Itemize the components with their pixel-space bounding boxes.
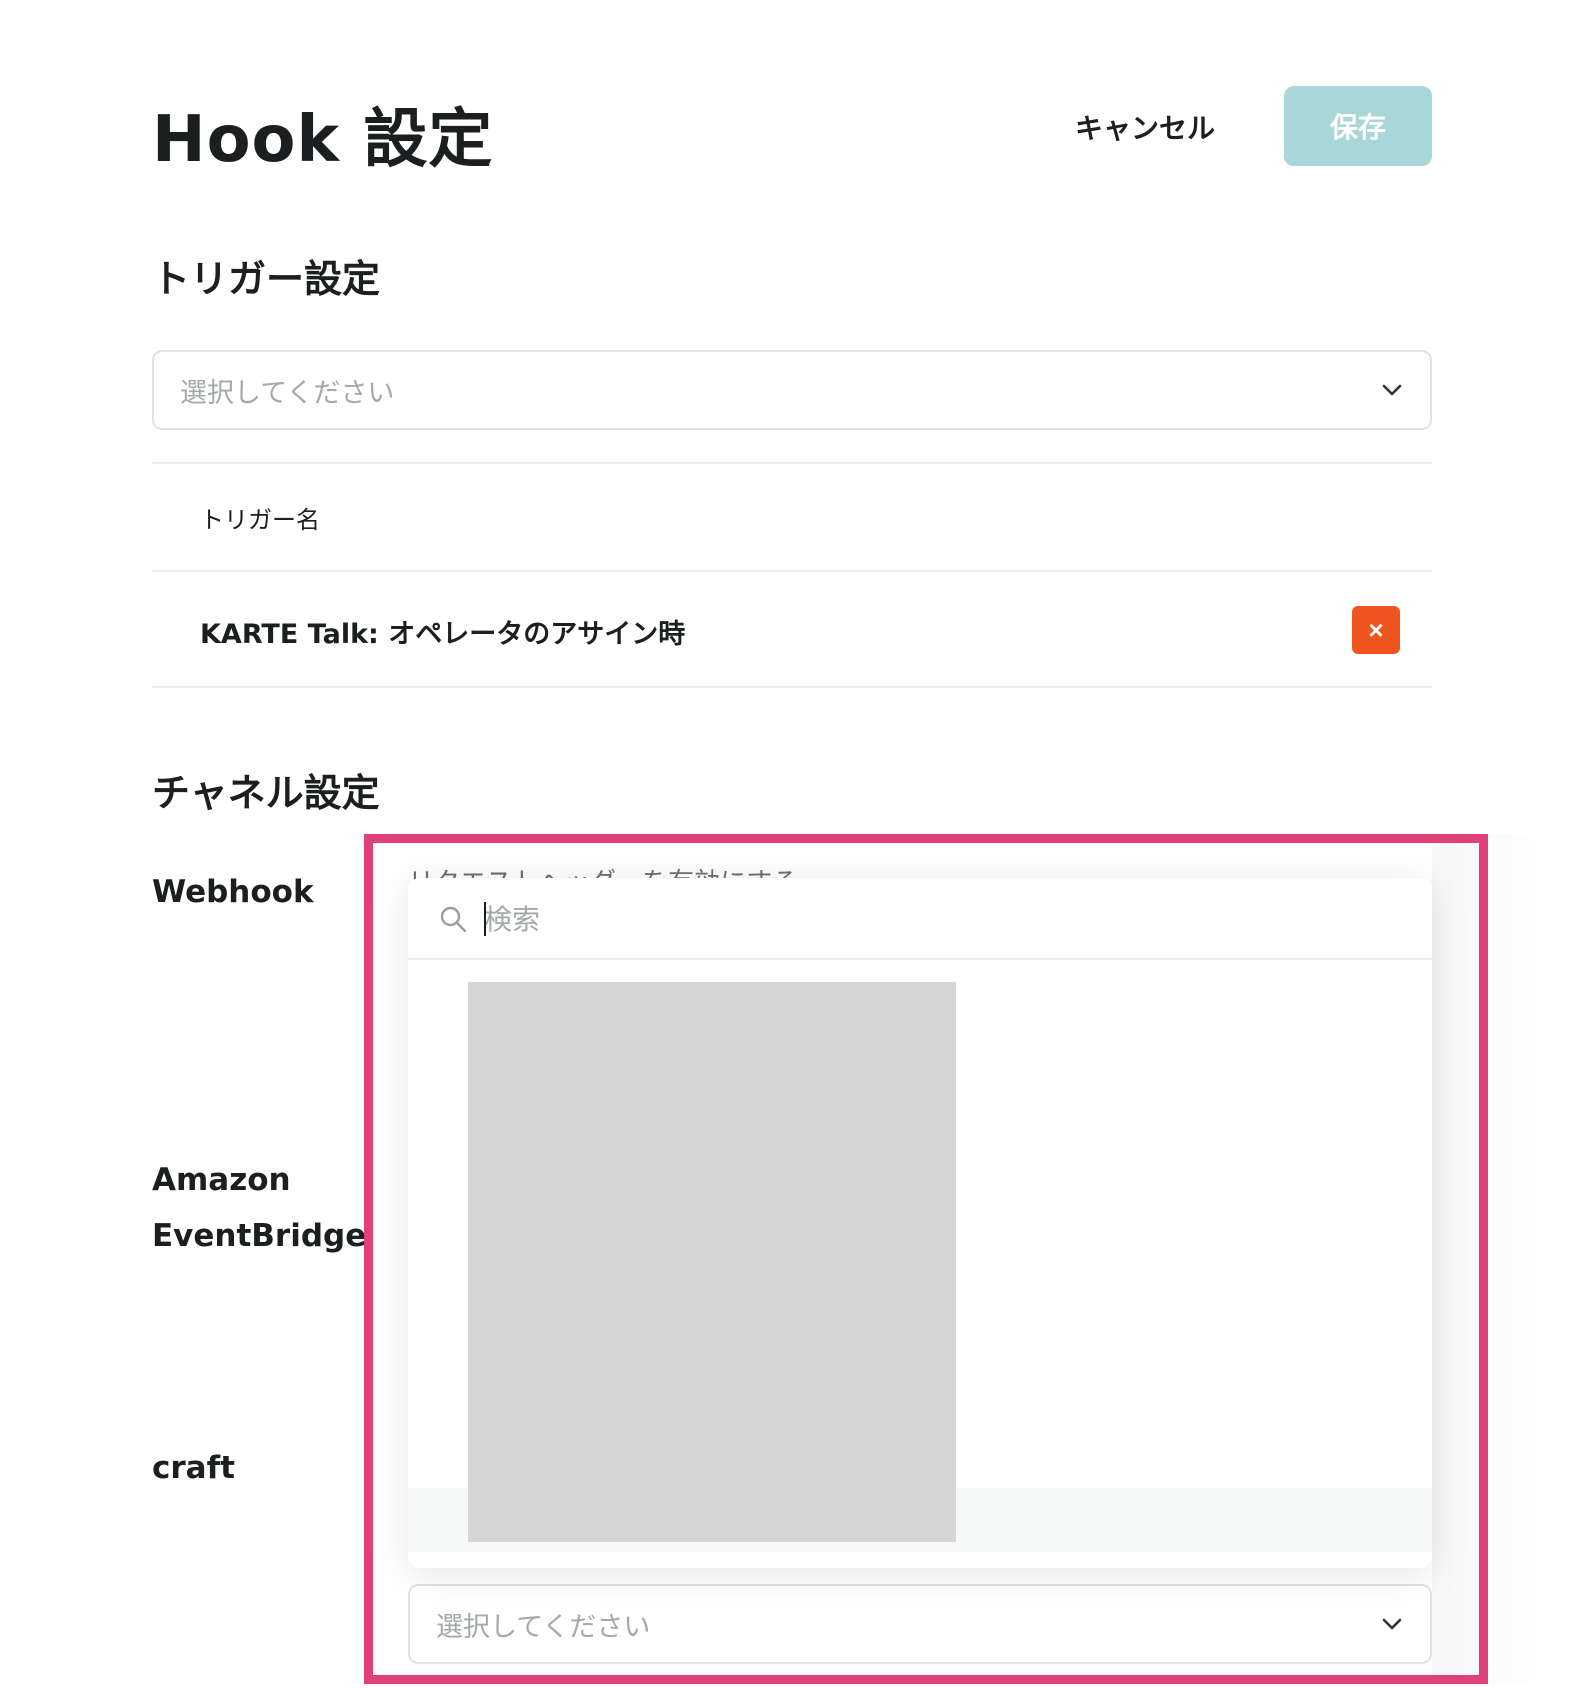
channel-select[interactable]: 選択してください xyxy=(408,1584,1432,1664)
search-icon xyxy=(440,906,467,933)
table-divider xyxy=(152,570,1432,572)
trigger-section-title: トリガー設定 xyxy=(152,257,381,301)
channel-dropdown-panel xyxy=(408,878,1432,1568)
close-icon: × xyxy=(1368,614,1384,645)
trigger-name-header: トリガー名 xyxy=(200,506,320,534)
table-divider xyxy=(152,686,1432,688)
remove-trigger-button[interactable]: × xyxy=(1352,606,1400,654)
chevron-down-icon xyxy=(1382,1618,1402,1630)
page-title: Hook 設定 xyxy=(152,103,494,177)
cancel-button[interactable]: キャンセル xyxy=(1060,98,1230,156)
save-button[interactable]: 保存 xyxy=(1284,86,1432,166)
channel-label-eventbridge: EventBridge xyxy=(152,1218,367,1254)
redacted-content xyxy=(468,982,956,1542)
search-input[interactable] xyxy=(484,896,1384,942)
channel-label-webhook: Webhook xyxy=(152,874,314,910)
dropdown-search-bar xyxy=(408,878,1432,960)
dropdown-shadow xyxy=(1432,834,1552,1684)
text-caret xyxy=(484,902,486,936)
trigger-select[interactable]: 選択してください xyxy=(152,350,1432,430)
channel-label-amazon: Amazon xyxy=(152,1162,291,1198)
trigger-select-placeholder: 選択してください xyxy=(180,377,395,409)
chevron-down-icon xyxy=(1382,384,1402,396)
table-divider xyxy=(152,462,1432,464)
channel-label-craft: craft xyxy=(152,1450,235,1486)
hook-settings-page: Hook 設定 キャンセル 保存 トリガー設定 選択してください トリガー名 K… xyxy=(0,0,1570,1688)
channel-select-placeholder: 選択してください xyxy=(436,1611,651,1643)
channel-section-title: チャネル設定 xyxy=(152,771,380,815)
trigger-row-name: KARTE Talk: オペレータのアサイン時 xyxy=(200,619,686,650)
